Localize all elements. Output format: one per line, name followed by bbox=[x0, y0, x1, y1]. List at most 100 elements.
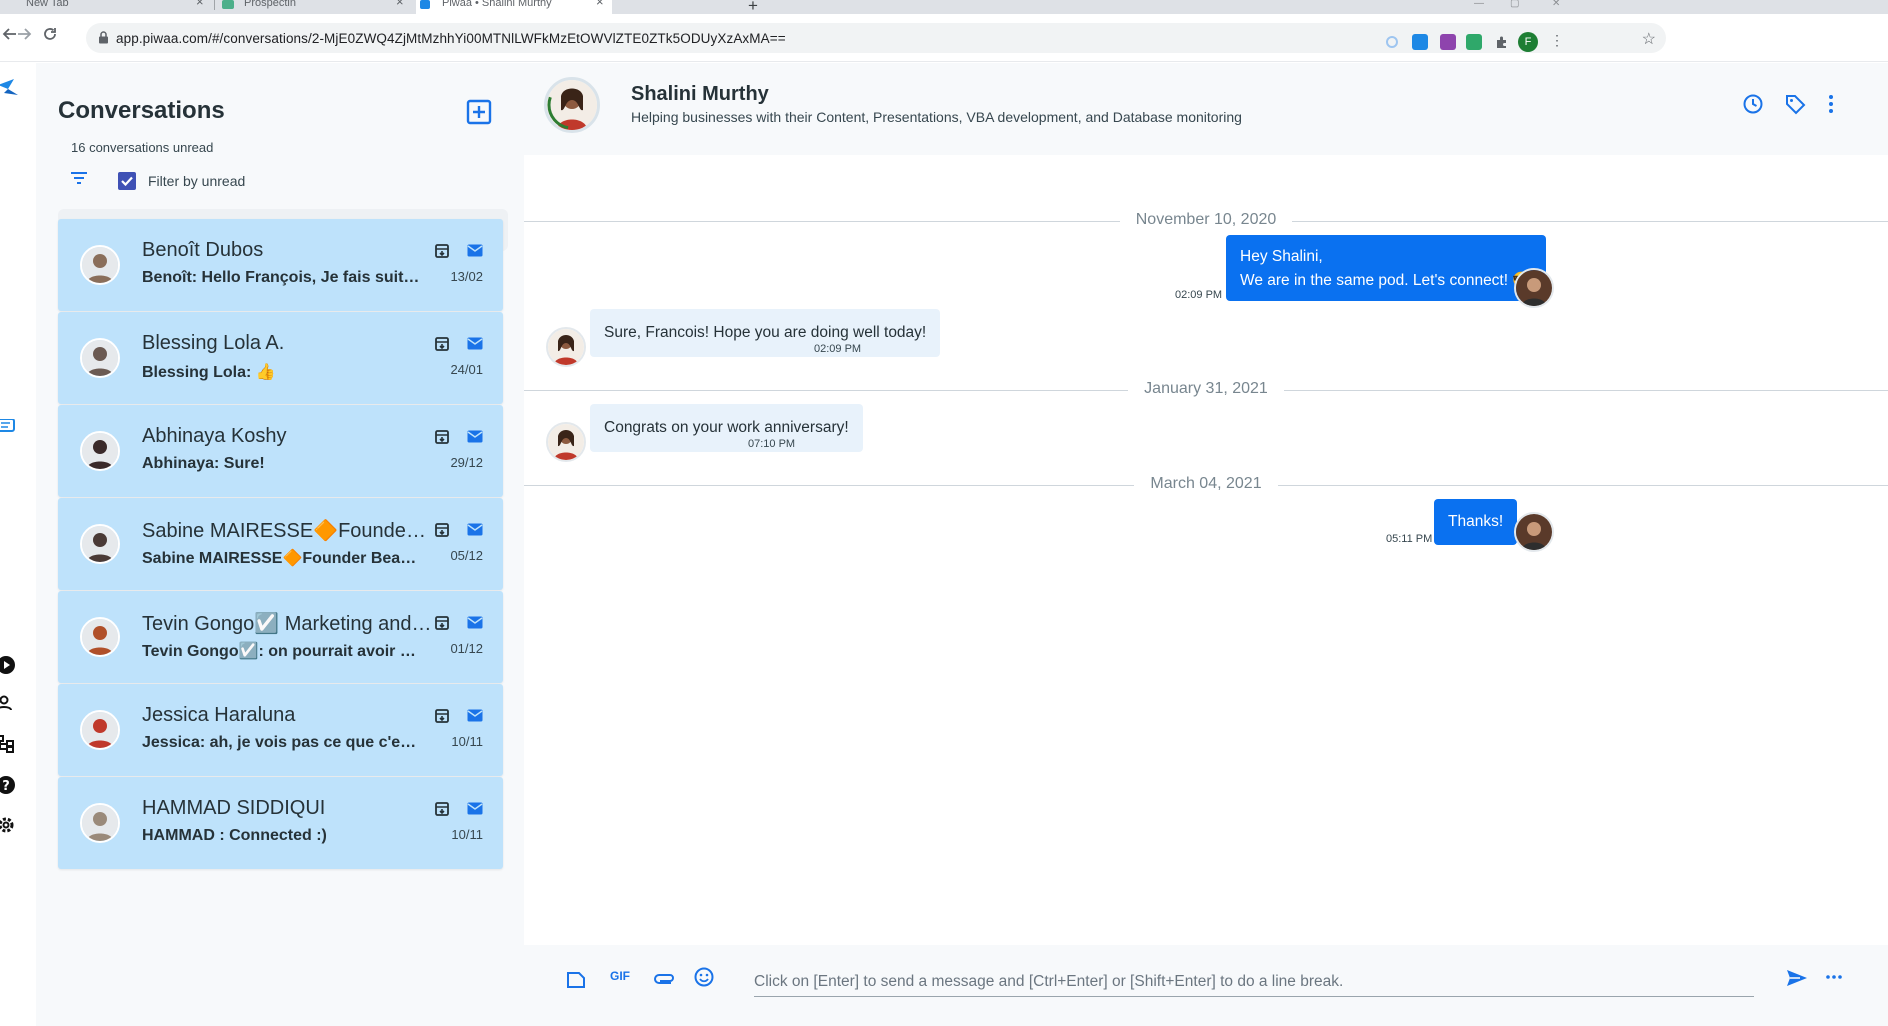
gif-button[interactable]: GIF bbox=[610, 969, 630, 983]
conversation-name: Blessing Lola A. bbox=[142, 332, 285, 354]
conversation-card[interactable]: Blessing Lola A. Blessing Lola: 👍 24/01 bbox=[58, 312, 503, 404]
archive-icon[interactable] bbox=[434, 801, 450, 817]
attachment-icon[interactable] bbox=[654, 971, 676, 985]
piwaa-favicon-icon bbox=[420, 0, 430, 9]
composer-more-icon[interactable] bbox=[1826, 975, 1842, 979]
mail-icon[interactable] bbox=[467, 523, 483, 536]
message-time: 02:09 PM bbox=[814, 343, 862, 355]
contact-headline: Helping businesses with their Content, P… bbox=[631, 109, 1242, 125]
conversation-name: Benoît Dubos bbox=[142, 239, 264, 261]
tab-new-tab[interactable]: New Tab × bbox=[0, 0, 210, 14]
message-bubble-outgoing[interactable]: Hey Shalini, We are in the same pod. Let… bbox=[1226, 235, 1546, 301]
more-options-icon[interactable] bbox=[1828, 93, 1834, 115]
conversation-preview: Jessica: ah, je vois pas ce que c'est... bbox=[142, 734, 422, 751]
emoji-icon[interactable] bbox=[694, 967, 714, 987]
close-icon[interactable]: × bbox=[396, 0, 404, 8]
date-separator-text: January 31, 2021 bbox=[1128, 380, 1284, 397]
forward-icon[interactable] bbox=[16, 26, 32, 42]
mail-icon[interactable] bbox=[467, 709, 483, 722]
lock-icon bbox=[98, 31, 109, 44]
extensions-puzzle-icon[interactable] bbox=[1494, 34, 1510, 50]
date-separator-text: March 04, 2021 bbox=[1134, 475, 1278, 492]
avatar bbox=[80, 803, 120, 843]
svg-text:?: ? bbox=[2, 779, 10, 794]
message-line: Sure, Francois! Hope you are doing well … bbox=[604, 324, 927, 341]
archive-icon[interactable] bbox=[434, 615, 450, 631]
user-avatar bbox=[1514, 512, 1554, 552]
minimize-icon[interactable]: — bbox=[1474, 0, 1484, 9]
help-icon[interactable]: ? bbox=[0, 775, 16, 795]
filter-icon[interactable] bbox=[70, 171, 88, 185]
archive-icon[interactable] bbox=[434, 243, 450, 259]
chat-header: Shalini Murthy Helping businesses with t… bbox=[524, 63, 1888, 155]
mail-icon[interactable] bbox=[467, 244, 483, 257]
archive-icon[interactable] bbox=[434, 522, 450, 538]
mail-icon[interactable] bbox=[467, 616, 483, 629]
unread-count-text: 16 conversations unread bbox=[71, 140, 214, 155]
profile-avatar[interactable]: F bbox=[1518, 32, 1538, 52]
avatar bbox=[80, 338, 120, 378]
conversation-card[interactable]: Tevin Gongo☑️ Marketing and Sales Tevin G… bbox=[58, 591, 503, 683]
close-icon[interactable]: × bbox=[196, 0, 204, 8]
new-conversation-icon[interactable] bbox=[466, 99, 492, 125]
browser-toolbar: app.piwaa.com/#/conversations/2-MjE0ZWQ4… bbox=[0, 14, 1888, 62]
message-bubble-incoming[interactable]: Sure, Francois! Hope you are doing well … bbox=[590, 309, 941, 357]
conversation-card[interactable]: HAMMAD SIDDIQUI HAMMAD : Connected :) 10/1… bbox=[58, 777, 503, 869]
contact-avatar[interactable] bbox=[544, 77, 600, 133]
chat-pane: Shalini Murthy Helping businesses with t… bbox=[524, 63, 1888, 1026]
piwaa-extension-icon[interactable] bbox=[1412, 34, 1428, 50]
filter-unread-label: Filter by unread bbox=[148, 173, 246, 189]
tab-title: New Tab bbox=[26, 0, 69, 9]
conversation-preview: Abhinaya: Sure! bbox=[142, 455, 265, 472]
conversation-date: 24/01 bbox=[450, 362, 483, 377]
archive-icon[interactable] bbox=[434, 336, 450, 352]
workflow-icon[interactable] bbox=[0, 735, 16, 753]
url-text: app.piwaa.com/#/conversations/2-MjE0ZWQ4… bbox=[116, 31, 786, 46]
conversation-preview: Benoît: Hello François, Je fais suite à.… bbox=[142, 269, 422, 286]
conversation-card[interactable]: Abhinaya Koshy Abhinaya: Sure! 29/12 bbox=[58, 405, 503, 497]
mail-icon[interactable] bbox=[467, 430, 483, 443]
tab-piwaa[interactable]: Piwaa • Shalini Murthy × bbox=[416, 0, 612, 14]
send-icon[interactable] bbox=[1786, 969, 1808, 987]
conversation-date: 05/12 bbox=[450, 548, 483, 563]
date-separator: November 10, 2020 bbox=[524, 211, 1888, 231]
template-file-icon[interactable] bbox=[566, 971, 586, 989]
conversation-name: Tevin Gongo☑️ Marketing and Sales bbox=[142, 613, 432, 635]
tag-icon[interactable] bbox=[1784, 93, 1806, 115]
window-close-icon[interactable]: ✕ bbox=[1552, 0, 1560, 9]
bookmark-star-icon[interactable]: ☆ bbox=[1642, 29, 1656, 49]
piwaa-logo-icon[interactable] bbox=[0, 75, 22, 99]
conversation-name: Abhinaya Koshy bbox=[142, 425, 287, 447]
avatar bbox=[80, 617, 120, 657]
message-input[interactable] bbox=[754, 967, 1754, 997]
archive-icon[interactable] bbox=[434, 429, 450, 445]
prospectin-extension-icon[interactable] bbox=[1466, 34, 1482, 50]
tab-prospectin[interactable]: Prospectin × bbox=[218, 0, 410, 14]
contacts-icon[interactable] bbox=[0, 695, 16, 711]
message-line: Congrats on your work anniversary! bbox=[604, 419, 849, 436]
extension-icon[interactable] bbox=[1386, 36, 1398, 48]
avatar bbox=[80, 524, 120, 564]
message-bubble-outgoing[interactable]: Thanks! bbox=[1434, 499, 1518, 545]
conversation-card[interactable]: Sabine MAIRESSE🔶Founder Beauty Sabine MAI… bbox=[58, 498, 503, 590]
tab-title: Prospectin bbox=[244, 0, 296, 9]
message-bubble-incoming[interactable]: Congrats on your work anniversary! bbox=[590, 404, 863, 452]
filter-unread-checkbox[interactable] bbox=[118, 172, 136, 190]
conversation-card[interactable]: Jessica Haraluna Jessica: ah, je vois pas… bbox=[58, 684, 503, 776]
prospectin-favicon-icon bbox=[222, 0, 234, 9]
message-line: Thanks! bbox=[1448, 513, 1504, 530]
mail-icon[interactable] bbox=[467, 337, 483, 350]
mail-icon[interactable] bbox=[467, 802, 483, 815]
conversation-card[interactable]: Benoît Dubos Benoît: Hello François, Je f… bbox=[58, 219, 503, 311]
reminder-clock-icon[interactable] bbox=[1742, 93, 1764, 115]
close-icon[interactable]: × bbox=[596, 0, 604, 8]
archive-icon[interactable] bbox=[434, 708, 450, 724]
reload-icon[interactable] bbox=[42, 26, 58, 42]
conversations-icon[interactable] bbox=[0, 419, 16, 433]
play-icon[interactable] bbox=[0, 655, 16, 675]
extension-icon[interactable] bbox=[1440, 34, 1456, 50]
settings-gear-icon[interactable] bbox=[0, 815, 16, 835]
maximize-icon[interactable]: ▢ bbox=[1510, 0, 1519, 9]
address-bar[interactable]: app.piwaa.com/#/conversations/2-MjE0ZWQ4… bbox=[86, 23, 1666, 53]
browser-menu-icon[interactable]: ⋮ bbox=[1550, 32, 1564, 49]
